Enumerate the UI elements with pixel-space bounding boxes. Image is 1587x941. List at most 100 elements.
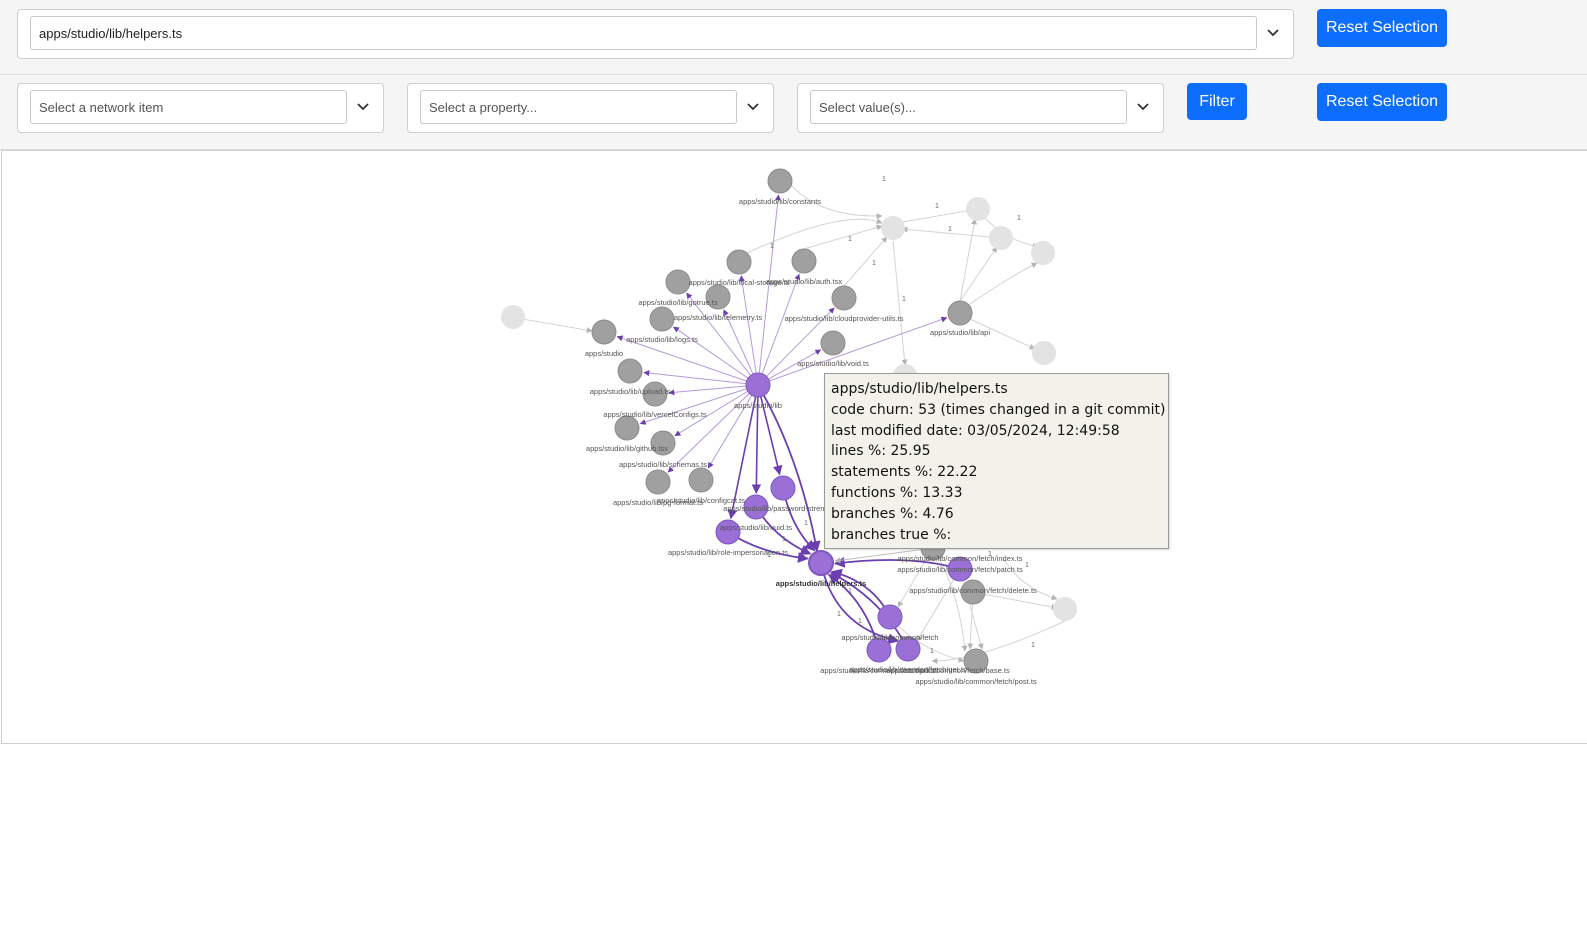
network-item-placeholder: Select a network item <box>39 100 164 115</box>
graph-node[interactable] <box>688 467 714 493</box>
tooltip-functions: functions %: 13.33 <box>831 484 963 501</box>
graph-node-label: apps/studio/lib/upload.ts <box>590 387 671 396</box>
graph-node[interactable] <box>831 285 857 311</box>
graph-node-label: apps/studio/lib/common/fetch/index.ts <box>897 554 1022 563</box>
graph-node-label: apps/studio/lib/common/fetch <box>841 633 938 642</box>
property-input[interactable]: Select a property... <box>420 90 737 124</box>
graph-node-label: apps/studio/lib/void.ts <box>797 359 869 368</box>
chevron-down-icon[interactable] <box>1265 24 1281 40</box>
graph-node-label: apps/studio/lib/auth.tsx <box>766 277 843 286</box>
chevron-down-icon[interactable] <box>1135 98 1151 114</box>
graph-edge <box>892 240 908 366</box>
graph-edge <box>959 246 998 302</box>
node-tooltip: apps/studio/lib/helpers.ts code churn: 5… <box>824 373 1169 549</box>
graph-edge <box>757 384 783 476</box>
edge-weight-label: 1 <box>1025 562 1029 569</box>
values-select[interactable]: Select value(s)... <box>797 83 1164 133</box>
file-select-bar: apps/studio/lib/helpers.ts Reset Selecti… <box>0 0 1587 75</box>
dependency-graph[interactable]: 1 1 1 1 1 1 1 1 1 1 1 1 1 1 1 1 1 1 apps/studio/lib/consta… <box>1 150 1587 744</box>
graph-node-label: apps/studio/lib/github.tsx <box>586 444 668 453</box>
tooltip-statements: statements %: 22.22 <box>831 464 978 481</box>
values-placeholder: Select value(s)... <box>819 100 916 115</box>
filter-bar: Select a network item Select a property.… <box>0 75 1587 150</box>
graph-node[interactable] <box>726 249 752 275</box>
graph-node[interactable] <box>877 604 903 630</box>
graph-node[interactable] <box>881 216 905 240</box>
graph-edge <box>896 208 979 226</box>
edge-weight-label: 1 <box>935 203 939 210</box>
graph-node-label: apps/studio/lib/constants <box>739 197 821 206</box>
graph-node[interactable] <box>649 306 675 332</box>
values-input[interactable]: Select value(s)... <box>810 90 1127 124</box>
edge-weight-label: 1 <box>804 520 808 527</box>
filter-button[interactable]: Filter <box>1187 83 1247 120</box>
graph-node[interactable] <box>1053 597 1077 621</box>
graph-node-label: apps/studio/lib/vercelConfigs.ts <box>603 410 707 419</box>
edge-weight-label: 1 <box>1031 642 1035 649</box>
graph-edge <box>738 275 759 386</box>
edge-weight-label: 1 <box>872 260 876 267</box>
file-select[interactable]: apps/studio/lib/helpers.ts <box>17 9 1294 59</box>
graph-node-label: apps/studio/lib/common/fetch/patch.ts <box>897 565 1023 574</box>
edge-weight-label: 1 <box>848 588 852 595</box>
edge-weight-label: 1 <box>837 611 841 618</box>
edge-weight-label: 1 <box>930 648 934 655</box>
graph-node[interactable] <box>665 269 691 295</box>
graph-node[interactable] <box>770 475 796 501</box>
graph-node[interactable] <box>947 300 973 326</box>
graph-node-label: apps/studio/lib/uuid.ts <box>720 523 792 532</box>
graph-node[interactable] <box>966 197 990 221</box>
graph-node[interactable] <box>645 469 671 495</box>
graph-node[interactable] <box>617 358 643 384</box>
graph-node[interactable] <box>989 226 1013 250</box>
graph-edge <box>959 218 977 302</box>
reset-filter-button[interactable]: Reset Selection <box>1317 83 1447 121</box>
graph-edge <box>843 236 888 287</box>
graph-node-label: apps/studio/lib/gotrue.ts <box>638 298 717 307</box>
file-select-input[interactable]: apps/studio/lib/helpers.ts <box>30 16 1257 50</box>
file-select-value: apps/studio/lib/helpers.ts <box>39 26 183 41</box>
tooltip-title: apps/studio/lib/helpers.ts <box>831 381 1008 397</box>
property-placeholder: Select a property... <box>429 100 538 115</box>
graph-node-label: apps/studio/lib/schemas.ts <box>619 460 707 469</box>
graph-edge <box>820 562 900 645</box>
edge-weight-label: 1 <box>858 618 862 625</box>
graph-node[interactable] <box>1032 341 1056 365</box>
chevron-down-icon[interactable] <box>355 98 371 114</box>
edge-weight-label: 1 <box>948 226 952 233</box>
network-item-input[interactable]: Select a network item <box>30 90 347 124</box>
graph-node[interactable] <box>614 415 640 441</box>
graph-node[interactable] <box>808 550 834 576</box>
reset-selection-button[interactable]: Reset Selection <box>1317 9 1447 47</box>
edge-weight-label: 1 <box>782 536 786 543</box>
graph-node[interactable] <box>745 372 771 398</box>
graph-node[interactable] <box>1031 241 1055 265</box>
graph-node-label: apps/studio/lib/common/fetch/base.ts <box>886 666 1010 675</box>
graph-node[interactable] <box>767 168 793 194</box>
graph-node-label: apps/studio/lib/telemetry.ts <box>674 313 762 322</box>
graph-node-label: apps/studio/lib/logs.ts <box>626 335 698 344</box>
graph-edge <box>931 620 1066 664</box>
tooltip-lines: lines %: 25.95 <box>831 443 931 460</box>
graph-edge <box>966 262 1038 307</box>
graph-node[interactable] <box>791 248 817 274</box>
graph-edge <box>803 224 883 250</box>
tooltip-churn: code churn: 53 (times changed in a git c… <box>831 401 1166 418</box>
network-item-select[interactable]: Select a network item <box>17 83 384 133</box>
tooltip-branches: branches %: 4.76 <box>831 505 954 522</box>
edge-weight-label: 1 <box>902 296 906 303</box>
graph-edge <box>779 168 883 220</box>
graph-canvas[interactable]: 111111111111111111apps/studio/lib/consta… <box>2 151 1587 743</box>
property-select[interactable]: Select a property... <box>407 83 774 133</box>
graph-node-label: apps/studio/lib/helpers.ts <box>776 579 866 588</box>
edge-weight-label: 1 <box>848 236 852 243</box>
tooltip-branches-true: branches true %: <box>831 526 952 543</box>
edge-weight-label: 1 <box>770 243 774 250</box>
graph-node-label: apps/studio/lib/common/fetch/post.ts <box>915 677 1037 686</box>
graph-node[interactable] <box>501 305 525 329</box>
edge-weight-label: 1 <box>1017 215 1021 222</box>
edge-weight-label: 1 <box>882 176 886 183</box>
chevron-down-icon[interactable] <box>745 98 761 114</box>
graph-node[interactable] <box>591 319 617 345</box>
graph-node[interactable] <box>820 330 846 356</box>
